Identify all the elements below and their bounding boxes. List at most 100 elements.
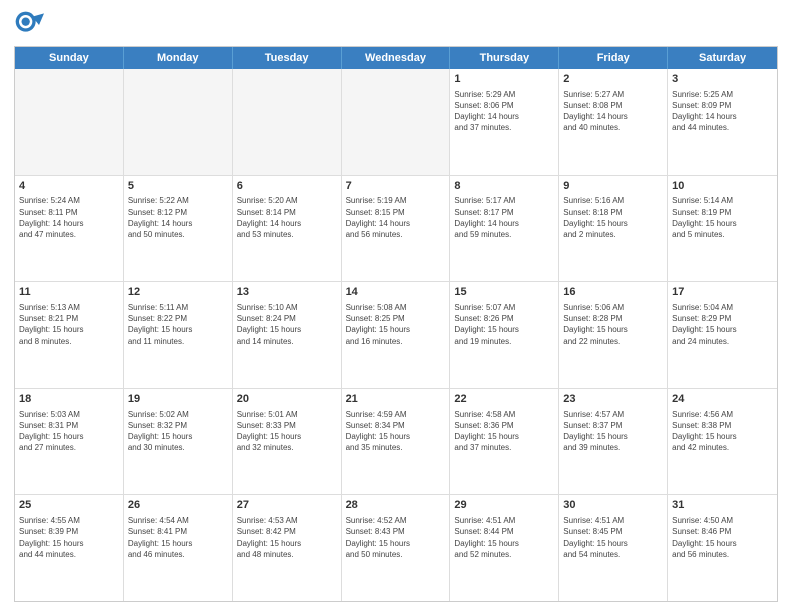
- day-info-line: and 56 minutes.: [672, 549, 773, 560]
- day-info-line: Sunset: 8:41 PM: [128, 526, 228, 537]
- day-info-line: and 52 minutes.: [454, 549, 554, 560]
- day-info-line: Daylight: 15 hours: [672, 218, 773, 229]
- day-cell-26: 26Sunrise: 4:54 AMSunset: 8:41 PMDayligh…: [124, 495, 233, 601]
- day-info-line: Sunset: 8:17 PM: [454, 207, 554, 218]
- day-info-line: Sunset: 8:31 PM: [19, 420, 119, 431]
- day-cell-12: 12Sunrise: 5:11 AMSunset: 8:22 PMDayligh…: [124, 282, 233, 388]
- day-number: 1: [454, 72, 554, 87]
- day-number: 29: [454, 498, 554, 513]
- day-info-line: Sunset: 8:26 PM: [454, 313, 554, 324]
- calendar-row-1: 4Sunrise: 5:24 AMSunset: 8:11 PMDaylight…: [15, 176, 777, 283]
- day-number: 2: [563, 72, 663, 87]
- day-cell-6: 6Sunrise: 5:20 AMSunset: 8:14 PMDaylight…: [233, 176, 342, 282]
- day-info-line: Sunrise: 5:10 AM: [237, 302, 337, 313]
- day-number: 5: [128, 179, 228, 194]
- day-number: 12: [128, 285, 228, 300]
- day-info-line: Daylight: 15 hours: [19, 324, 119, 335]
- day-info-line: and 56 minutes.: [346, 229, 446, 240]
- day-cell-2: 2Sunrise: 5:27 AMSunset: 8:08 PMDaylight…: [559, 69, 668, 175]
- day-info-line: Sunrise: 5:22 AM: [128, 195, 228, 206]
- day-info-line: Sunrise: 5:01 AM: [237, 409, 337, 420]
- day-number: 22: [454, 392, 554, 407]
- header-day-monday: Monday: [124, 47, 233, 69]
- header-day-thursday: Thursday: [450, 47, 559, 69]
- logo: [14, 10, 47, 40]
- day-info-line: Daylight: 14 hours: [19, 218, 119, 229]
- day-number: 10: [672, 179, 773, 194]
- empty-cell: [342, 69, 451, 175]
- day-number: 8: [454, 179, 554, 194]
- day-number: 15: [454, 285, 554, 300]
- day-number: 30: [563, 498, 663, 513]
- day-info-line: and 48 minutes.: [237, 549, 337, 560]
- day-info-line: and 44 minutes.: [19, 549, 119, 560]
- day-info-line: Daylight: 15 hours: [563, 324, 663, 335]
- day-cell-1: 1 Sunrise: 5:29 AMSunset: 8:06 PMDaylight…: [450, 69, 559, 175]
- day-cell-15: 15Sunrise: 5:07 AMSunset: 8:26 PMDayligh…: [450, 282, 559, 388]
- day-info-line: Sunrise: 5:14 AM: [672, 195, 773, 206]
- day-cell-24: 24Sunrise: 4:56 AMSunset: 8:38 PMDayligh…: [668, 389, 777, 495]
- day-info-line: Sunrise: 5:25 AM: [672, 89, 773, 100]
- day-info-line: and 50 minutes.: [128, 229, 228, 240]
- calendar-row-4: 25Sunrise: 4:55 AMSunset: 8:39 PMDayligh…: [15, 495, 777, 601]
- calendar-row-0: 1 Sunrise: 5:29 AMSunset: 8:06 PMDaylight…: [15, 69, 777, 176]
- day-info-line: Sunset: 8:34 PM: [346, 420, 446, 431]
- day-info-line: and 32 minutes.: [237, 442, 337, 453]
- day-number: 4: [19, 179, 119, 194]
- day-cell-30: 30Sunrise: 4:51 AMSunset: 8:45 PMDayligh…: [559, 495, 668, 601]
- day-info-line: Sunrise: 5:06 AM: [563, 302, 663, 313]
- day-info-line: Sunrise: 4:57 AM: [563, 409, 663, 420]
- day-info-line: Sunrise: 4:58 AM: [454, 409, 554, 420]
- day-info-line: and 39 minutes.: [563, 442, 663, 453]
- day-info-line: Daylight: 15 hours: [237, 538, 337, 549]
- day-info-line: Sunset: 8:11 PM: [19, 207, 119, 218]
- day-info-line: Sunrise: 5:11 AM: [128, 302, 228, 313]
- day-info-line: Daylight: 15 hours: [346, 431, 446, 442]
- day-info-line: Sunset: 8:09 PM: [672, 100, 773, 111]
- day-number: 3: [672, 72, 773, 87]
- day-info-line: and 27 minutes.: [19, 442, 119, 453]
- day-cell-4: 4Sunrise: 5:24 AMSunset: 8:11 PMDaylight…: [15, 176, 124, 282]
- day-info-line: and 8 minutes.: [19, 336, 119, 347]
- day-number: 14: [346, 285, 446, 300]
- day-info-line: and 16 minutes.: [346, 336, 446, 347]
- day-cell-22: 22Sunrise: 4:58 AMSunset: 8:36 PMDayligh…: [450, 389, 559, 495]
- day-info-line: Daylight: 15 hours: [346, 324, 446, 335]
- calendar-row-3: 18Sunrise: 5:03 AMSunset: 8:31 PMDayligh…: [15, 389, 777, 496]
- day-info-line: Daylight: 14 hours: [454, 111, 554, 122]
- day-cell-8: 8Sunrise: 5:17 AMSunset: 8:17 PMDaylight…: [450, 176, 559, 282]
- day-info-line: Daylight: 14 hours: [237, 218, 337, 229]
- day-number: 23: [563, 392, 663, 407]
- day-info-line: Sunrise: 4:55 AM: [19, 515, 119, 526]
- day-number: 9: [563, 179, 663, 194]
- day-cell-20: 20Sunrise: 5:01 AMSunset: 8:33 PMDayligh…: [233, 389, 342, 495]
- day-info-line: Sunrise: 5:13 AM: [19, 302, 119, 313]
- day-info-line: Daylight: 15 hours: [672, 538, 773, 549]
- day-info-line: Sunset: 8:43 PM: [346, 526, 446, 537]
- day-info-line: Sunset: 8:45 PM: [563, 526, 663, 537]
- calendar-header: SundayMondayTuesdayWednesdayThursdayFrid…: [15, 47, 777, 69]
- day-number: 24: [672, 392, 773, 407]
- day-info-line: Sunrise: 4:50 AM: [672, 515, 773, 526]
- day-info-line: Daylight: 15 hours: [563, 538, 663, 549]
- day-info-line: Sunset: 8:06 PM: [454, 100, 554, 111]
- day-info-line: Daylight: 15 hours: [454, 538, 554, 549]
- day-info-line: Sunset: 8:08 PM: [563, 100, 663, 111]
- day-info-line: Sunrise: 5:29 AM: [454, 89, 554, 100]
- day-info-line: Daylight: 15 hours: [454, 431, 554, 442]
- day-info-line: Daylight: 15 hours: [672, 324, 773, 335]
- day-info-line: Sunset: 8:29 PM: [672, 313, 773, 324]
- day-info-line: Sunrise: 5:19 AM: [346, 195, 446, 206]
- day-info-line: and 59 minutes.: [454, 229, 554, 240]
- day-info-line: Sunrise: 5:16 AM: [563, 195, 663, 206]
- day-cell-23: 23Sunrise: 4:57 AMSunset: 8:37 PMDayligh…: [559, 389, 668, 495]
- day-info-line: Daylight: 14 hours: [346, 218, 446, 229]
- day-info-line: Daylight: 15 hours: [128, 538, 228, 549]
- day-info-line: and 46 minutes.: [128, 549, 228, 560]
- day-number: 28: [346, 498, 446, 513]
- day-info-line: Sunset: 8:38 PM: [672, 420, 773, 431]
- day-info-line: Sunrise: 4:53 AM: [237, 515, 337, 526]
- day-info-line: Sunset: 8:22 PM: [128, 313, 228, 324]
- header-day-sunday: Sunday: [15, 47, 124, 69]
- day-info-line: Sunset: 8:39 PM: [19, 526, 119, 537]
